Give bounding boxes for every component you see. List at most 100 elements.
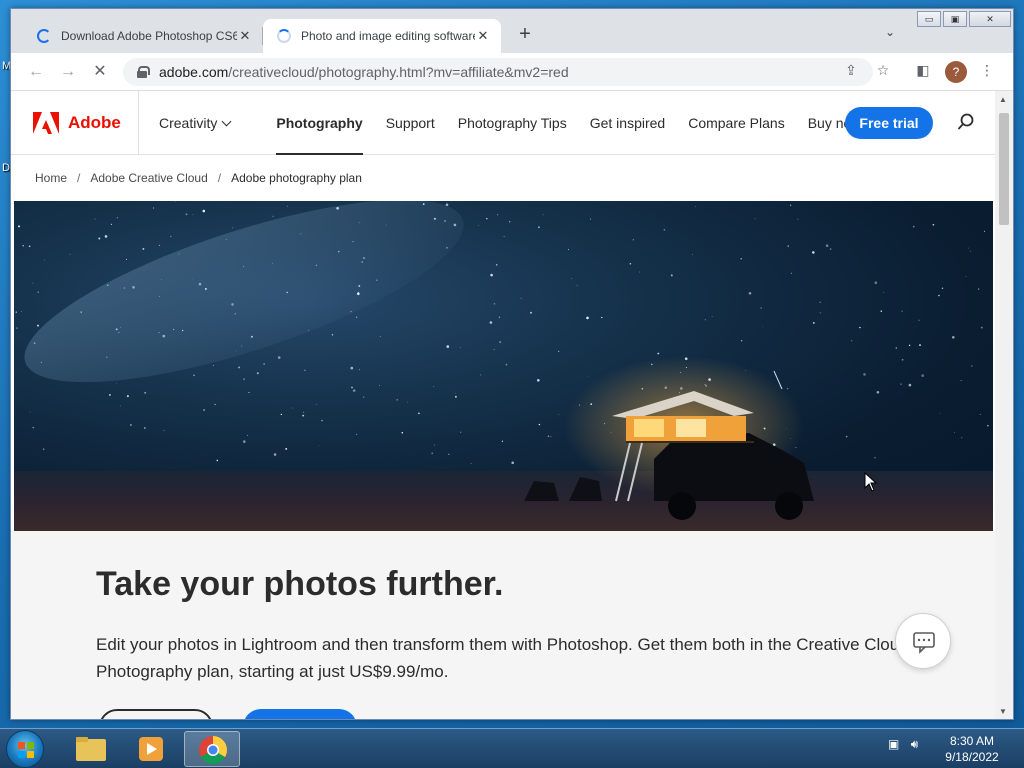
- browser-menu-icon[interactable]: ⋮: [977, 62, 997, 79]
- free-trial-button[interactable]: Free trial: [845, 107, 933, 139]
- star: [234, 313, 237, 315]
- start-button[interactable]: [6, 730, 44, 768]
- scroll-thumb[interactable]: [999, 113, 1009, 225]
- star: [740, 258, 742, 260]
- star: [378, 384, 381, 387]
- intro-section: Take your photos further. Edit your phot…: [11, 531, 995, 719]
- nav-photography-tips[interactable]: Photography Tips: [458, 91, 567, 155]
- star: [115, 328, 118, 331]
- star: [238, 366, 241, 369]
- forward-button[interactable]: →: [57, 61, 79, 83]
- breadcrumb-home[interactable]: Home: [35, 171, 67, 185]
- star: [285, 447, 288, 450]
- star: [116, 217, 118, 219]
- taskbar-chrome[interactable]: [184, 731, 240, 767]
- tab-download-photoshop[interactable]: Download Adobe Photoshop CS6 ✕: [23, 19, 263, 53]
- star: [829, 248, 832, 250]
- lock-icon[interactable]: [137, 66, 150, 78]
- url-path: /creativecloud/photography.html?mv=affil…: [228, 64, 569, 80]
- tab-close-icon[interactable]: ✕: [475, 28, 491, 44]
- scroll-up-arrow-icon[interactable]: ▲: [999, 95, 1007, 104]
- star: [537, 226, 540, 229]
- search-icon[interactable]: [957, 113, 975, 131]
- star: [300, 233, 302, 235]
- back-button[interactable]: ←: [25, 61, 47, 83]
- chat-support-button[interactable]: [895, 613, 951, 669]
- vertical-scrollbar[interactable]: ▲ ▼: [995, 91, 1013, 719]
- star: [212, 364, 214, 366]
- secondary-cta-button[interactable]: [99, 709, 213, 719]
- star: [454, 395, 457, 398]
- star: [308, 330, 309, 331]
- browser-window: Download Adobe Photoshop CS6 ✕ Photo and…: [10, 8, 1014, 720]
- star: [431, 452, 434, 455]
- star: [908, 383, 912, 387]
- star: [304, 369, 306, 371]
- star: [235, 350, 237, 352]
- side-panel-icon[interactable]: ◧: [913, 62, 933, 79]
- taskbar-file-explorer[interactable]: [64, 731, 120, 767]
- nav-creativity[interactable]: Creativity: [159, 91, 232, 155]
- nav-compare-plans[interactable]: Compare Plans: [688, 91, 785, 155]
- profile-avatar[interactable]: ?: [945, 61, 967, 83]
- taskbar-media-player[interactable]: [124, 731, 180, 767]
- star: [37, 324, 39, 327]
- star: [971, 365, 973, 367]
- star: [939, 413, 941, 415]
- star: [158, 332, 160, 333]
- volume-icon[interactable]: 🔊︎: [911, 737, 919, 751]
- clock-date: 9/18/2022: [945, 750, 999, 764]
- star: [163, 429, 165, 431]
- star: [185, 213, 188, 216]
- star: [250, 335, 253, 338]
- star: [819, 301, 821, 303]
- close-window-button[interactable]: ✕: [969, 11, 1011, 27]
- nav-photography[interactable]: Photography: [276, 91, 364, 155]
- star: [173, 328, 175, 331]
- star: [69, 253, 71, 255]
- star: [286, 205, 288, 207]
- adobe-logo[interactable]: Adobe: [11, 91, 139, 155]
- star: [790, 204, 792, 206]
- maximize-button[interactable]: ▣: [943, 11, 967, 27]
- star: [356, 316, 358, 318]
- star: [511, 461, 514, 465]
- star: [123, 287, 125, 289]
- network-icon[interactable]: ▣: [888, 737, 899, 751]
- tab-photo-editing[interactable]: Photo and image editing software ✕: [263, 19, 501, 53]
- breadcrumb-creative-cloud[interactable]: Adobe Creative Cloud: [90, 171, 207, 185]
- new-tab-button[interactable]: +: [513, 23, 537, 47]
- star: [812, 321, 815, 324]
- star: [445, 203, 449, 206]
- star: [812, 251, 815, 254]
- star: [639, 271, 641, 273]
- star: [754, 218, 756, 220]
- share-icon[interactable]: ⇪: [841, 62, 861, 79]
- scroll-down-arrow-icon[interactable]: ▼: [999, 707, 1007, 716]
- star: [422, 203, 425, 205]
- bookmark-star-icon[interactable]: ☆: [873, 62, 893, 79]
- nav-support[interactable]: Support: [386, 91, 435, 155]
- desktop-icon-label[interactable]: D: [2, 162, 10, 174]
- star: [116, 382, 117, 384]
- star: [748, 292, 752, 295]
- primary-cta-button[interactable]: [243, 709, 357, 719]
- nav-get-inspired[interactable]: Get inspired: [590, 91, 665, 155]
- tab-close-icon[interactable]: ✕: [237, 28, 253, 44]
- stop-loading-button[interactable]: ✕: [89, 61, 111, 83]
- tab-search-button[interactable]: ⌄: [885, 25, 895, 39]
- star: [272, 263, 273, 265]
- taskbar-clock[interactable]: 8:30 AM 9/18/2022: [940, 733, 1004, 765]
- star: [204, 287, 207, 290]
- star: [107, 284, 109, 287]
- star: [520, 297, 522, 299]
- minimize-button[interactable]: ▭: [917, 11, 941, 27]
- star: [558, 414, 560, 416]
- star: [434, 444, 435, 446]
- address-bar[interactable]: adobe.com/creativecloud/photography.html…: [123, 58, 873, 86]
- star: [336, 207, 339, 210]
- star: [590, 218, 591, 220]
- star: [460, 347, 461, 348]
- star: [900, 383, 902, 385]
- star: [601, 316, 603, 319]
